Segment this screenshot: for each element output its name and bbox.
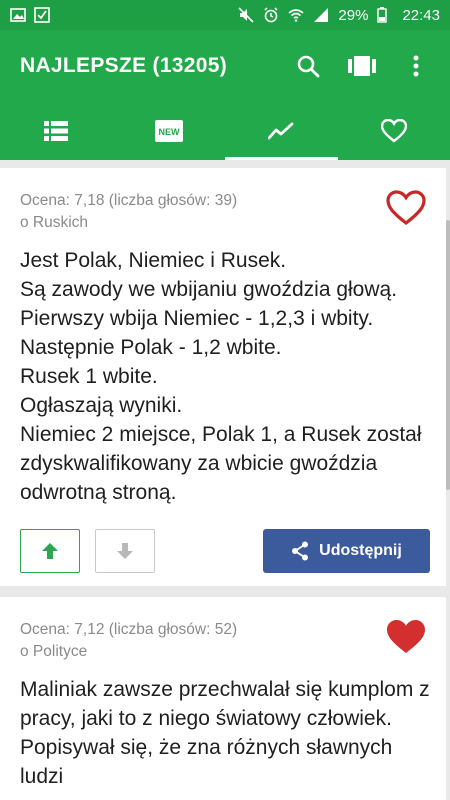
arrow-down-icon <box>117 543 133 559</box>
image-notification-icon <box>10 7 26 23</box>
tab-new[interactable]: NEW <box>113 102 226 160</box>
category-link[interactable]: o Polityce <box>20 643 87 661</box>
share-button[interactable]: Udostępnij <box>263 529 430 573</box>
app-bar: NAJLEPSZE (13205) <box>0 30 450 102</box>
tab-trending[interactable] <box>225 102 338 160</box>
page-title: NAJLEPSZE (13205) <box>20 54 228 77</box>
battery-icon <box>377 7 393 23</box>
battery-percentage: 29% <box>338 6 369 24</box>
scrollbar[interactable] <box>446 220 450 490</box>
downvote-button[interactable] <box>95 529 155 573</box>
upvote-button[interactable] <box>20 529 80 573</box>
search-icon <box>297 55 320 78</box>
svg-text:NEW: NEW <box>158 127 180 137</box>
trending-icon <box>268 122 294 140</box>
rating-info: Ocena: 7,18 (liczba głosów: 39) <box>20 192 238 209</box>
rating-info: Ocena: 7,12 (liczba głosów: 52) <box>20 621 238 638</box>
carousel-view-icon <box>348 56 376 76</box>
joke-card: Ocena: 7,18 (liczba głosów: 39) o Ruskic… <box>0 168 446 586</box>
heart-outline-icon <box>386 190 426 226</box>
favorite-button[interactable] <box>386 619 426 657</box>
signal-icon <box>313 7 329 23</box>
joke-text: Maliniak zawsze przechwalał się kumplom … <box>20 678 430 788</box>
more-options-button[interactable] <box>402 52 430 80</box>
category-link[interactable]: o Ruskich <box>20 214 88 232</box>
arrow-up-icon <box>42 543 58 559</box>
new-badge-icon: NEW <box>154 120 183 142</box>
heart-filled-icon <box>387 620 425 653</box>
joke-feed[interactable]: Ocena: 7,18 (liczba głosów: 39) o Ruskic… <box>0 160 450 800</box>
wifi-icon <box>288 7 304 23</box>
tab-favorites[interactable] <box>338 102 450 160</box>
mute-icon <box>238 7 254 23</box>
status-bar: 29% 22:43 <box>0 0 450 30</box>
joke-text: Jest Polak, Niemiec i Rusek. Są zawody w… <box>20 249 422 504</box>
list-icon <box>44 121 69 141</box>
check-notification-icon <box>34 7 50 23</box>
alarm-icon <box>263 7 279 23</box>
clock: 22:43 <box>402 6 440 24</box>
share-icon <box>292 541 309 561</box>
tab-bar: NEW <box>0 102 450 160</box>
view-mode-button[interactable] <box>348 52 376 80</box>
tab-list[interactable] <box>0 102 113 160</box>
joke-card: Ocena: 7,12 (liczba głosów: 52) o Polity… <box>0 597 446 800</box>
more-vert-icon <box>413 55 419 77</box>
favorite-button[interactable] <box>386 190 426 228</box>
share-label: Udostępnij <box>319 542 402 559</box>
heart-outline-icon <box>380 119 407 143</box>
search-button[interactable] <box>294 52 322 80</box>
